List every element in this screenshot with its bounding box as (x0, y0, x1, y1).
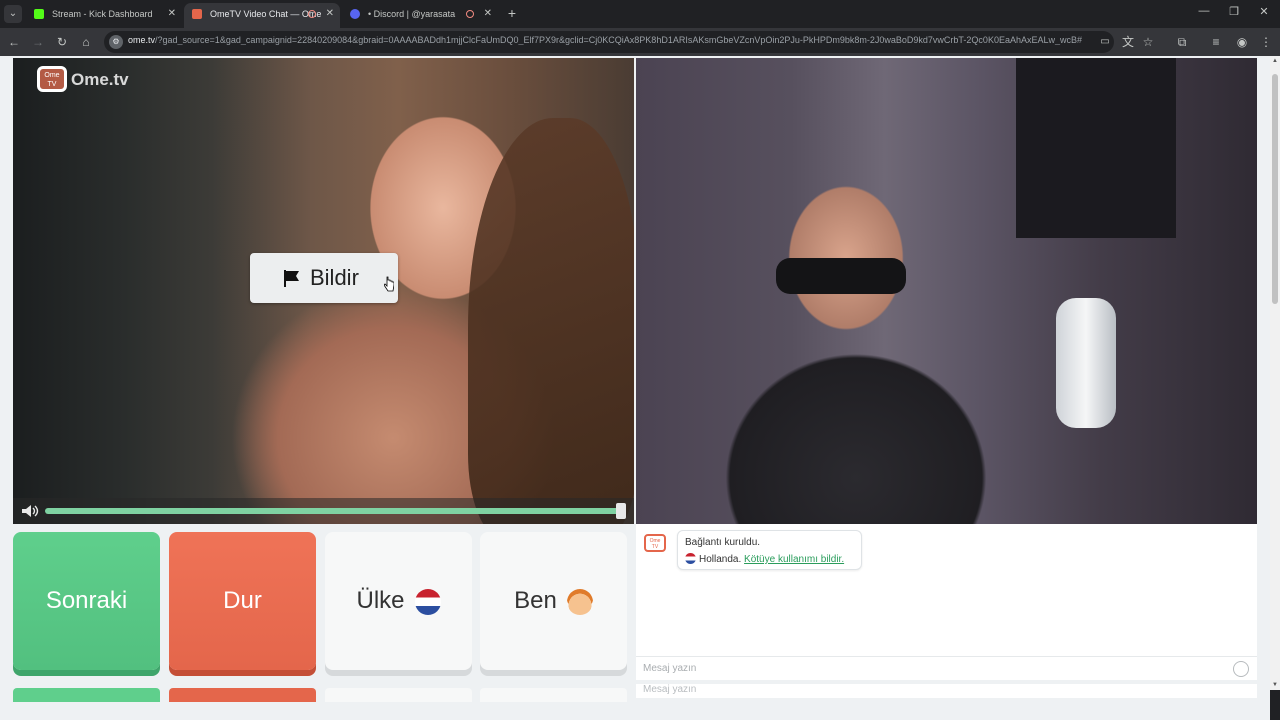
url-text[interactable]: ome.tv/?gad_source=1&gad_campaignid=2284… (128, 35, 1088, 45)
me-button-duplicate (480, 688, 627, 702)
ometv-page: Ome TV Ome.tv Bildir Sonraki Dur Ülke Be… (0, 56, 1270, 720)
video-content (1056, 298, 1116, 428)
address-toolbar: ← → ↻ ⌂ ⚙ ome.tv/?gad_source=1&gad_campa… (0, 28, 1280, 56)
country-label: Ülke (356, 587, 405, 614)
logo-text: Ome.tv (71, 70, 129, 89)
me-label: Ben (514, 587, 557, 614)
home-icon[interactable]: ⌂ (78, 34, 94, 50)
me-button[interactable]: Ben (480, 532, 627, 670)
country-name: Hollanda. (699, 554, 742, 565)
message-input[interactable]: Mesaj yazın (636, 656, 1257, 680)
boy-emoji-icon (566, 588, 593, 615)
tab-kick-dashboard[interactable]: Stream - Kick Dashboard ✕ (26, 3, 182, 25)
page-scrollbar[interactable]: ▲ ▼ (1270, 56, 1280, 690)
tv-logo-icon: Ome TV (37, 66, 67, 92)
media-control-icon[interactable]: ≡ (1208, 34, 1224, 50)
profile-icon[interactable]: ◉ (1234, 34, 1250, 50)
restore-icon[interactable]: ❐ (1227, 5, 1241, 18)
video-content (1016, 58, 1176, 238)
reload-icon[interactable]: ↻ (54, 34, 70, 50)
minimize-icon[interactable]: — (1197, 5, 1211, 17)
scroll-down-icon[interactable]: ▼ (1270, 682, 1280, 688)
new-tab-button[interactable]: + (505, 4, 519, 22)
system-message: Bağlantı kuruldu. Hollanda. Kötüye kulla… (677, 530, 862, 570)
close-tab-icon[interactable]: ✕ (484, 3, 492, 25)
tab-title: Stream - Kick Dashboard (52, 9, 153, 19)
hand-cursor-icon (384, 276, 394, 292)
netherlands-flag-icon (414, 588, 441, 615)
recording-icon (466, 10, 474, 18)
stop-button-duplicate (169, 688, 316, 702)
stranger-video[interactable]: Ome TV Ome.tv Bildir (13, 58, 634, 524)
video-content (776, 258, 906, 294)
site-info-icon[interactable]: ⚙ (109, 35, 123, 49)
scrollbar-thumb[interactable] (1272, 74, 1278, 304)
stop-button[interactable]: Dur (169, 532, 316, 670)
connection-status: Bağlantı kuruldu. (685, 537, 761, 548)
volume-slider-handle[interactable] (616, 503, 626, 519)
scroll-up-icon[interactable]: ▲ (1270, 58, 1280, 64)
discord-favicon-icon (350, 9, 360, 19)
ometv-favicon-icon (192, 9, 202, 19)
country-line: Hollanda. Kötüye kullanımı bildir. (685, 553, 844, 565)
tab-title: OmeTV Video Chat — Ome (210, 9, 322, 19)
emoji-picker-icon[interactable] (1233, 661, 1249, 677)
next-button[interactable]: Sonraki (13, 532, 160, 670)
tab-ometv[interactable]: OmeTV Video Chat — Ome ✕ (184, 3, 340, 28)
install-app-icon[interactable]: ▭ (1099, 36, 1111, 48)
report-label: Bildir (310, 265, 359, 290)
tab-discord[interactable]: • Discord | @yarasata ✕ (342, 3, 498, 25)
report-abuse-link[interactable]: Kötüye kullanımı bildir. (744, 554, 844, 565)
close-tab-icon[interactable]: ✕ (326, 3, 334, 25)
browser-tab-bar: ⌄ Stream - Kick Dashboard ✕ OmeTV Video … (0, 0, 1280, 28)
forward-icon[interactable]: → (30, 34, 46, 50)
extensions-icon[interactable]: ⧉ (1174, 34, 1190, 50)
video-content (468, 118, 634, 524)
close-tab-icon[interactable]: ✕ (168, 3, 176, 25)
ometv-avatar-icon: Ome TV (644, 534, 666, 552)
bookmark-star-icon[interactable]: ☆ (1140, 34, 1156, 50)
message-input-duplicate: Mesaj yazın (636, 684, 1257, 698)
next-button-duplicate (13, 688, 160, 702)
message-placeholder: Mesaj yazın (643, 663, 697, 674)
volume-control (13, 498, 634, 524)
menu-kebab-icon[interactable]: ⋮ (1258, 34, 1274, 50)
flag-icon (284, 270, 299, 287)
speaker-icon[interactable] (21, 504, 39, 518)
back-icon[interactable]: ← (6, 34, 22, 50)
volume-slider[interactable] (45, 508, 621, 514)
kick-favicon-icon (34, 9, 44, 19)
next-label: Sonraki (45, 587, 128, 614)
url-bar[interactable]: ⚙ ome.tv/?gad_source=1&gad_campaignid=22… (104, 31, 1114, 53)
country-button[interactable]: Ülke (325, 532, 472, 670)
tab-search-button[interactable]: ⌄ (4, 5, 22, 23)
country-button-duplicate (325, 688, 472, 702)
report-button[interactable]: Bildir (250, 253, 398, 303)
translate-icon[interactable]: 文 (1120, 34, 1136, 50)
message-placeholder: Mesaj yazın (643, 684, 697, 695)
netherlands-flag-icon (685, 553, 696, 564)
recording-icon (308, 10, 316, 18)
tab-title: • Discord | @yarasata (368, 9, 456, 19)
stop-label: Dur (223, 587, 262, 614)
self-video (636, 58, 1257, 524)
close-window-icon[interactable]: ✕ (1257, 5, 1271, 18)
